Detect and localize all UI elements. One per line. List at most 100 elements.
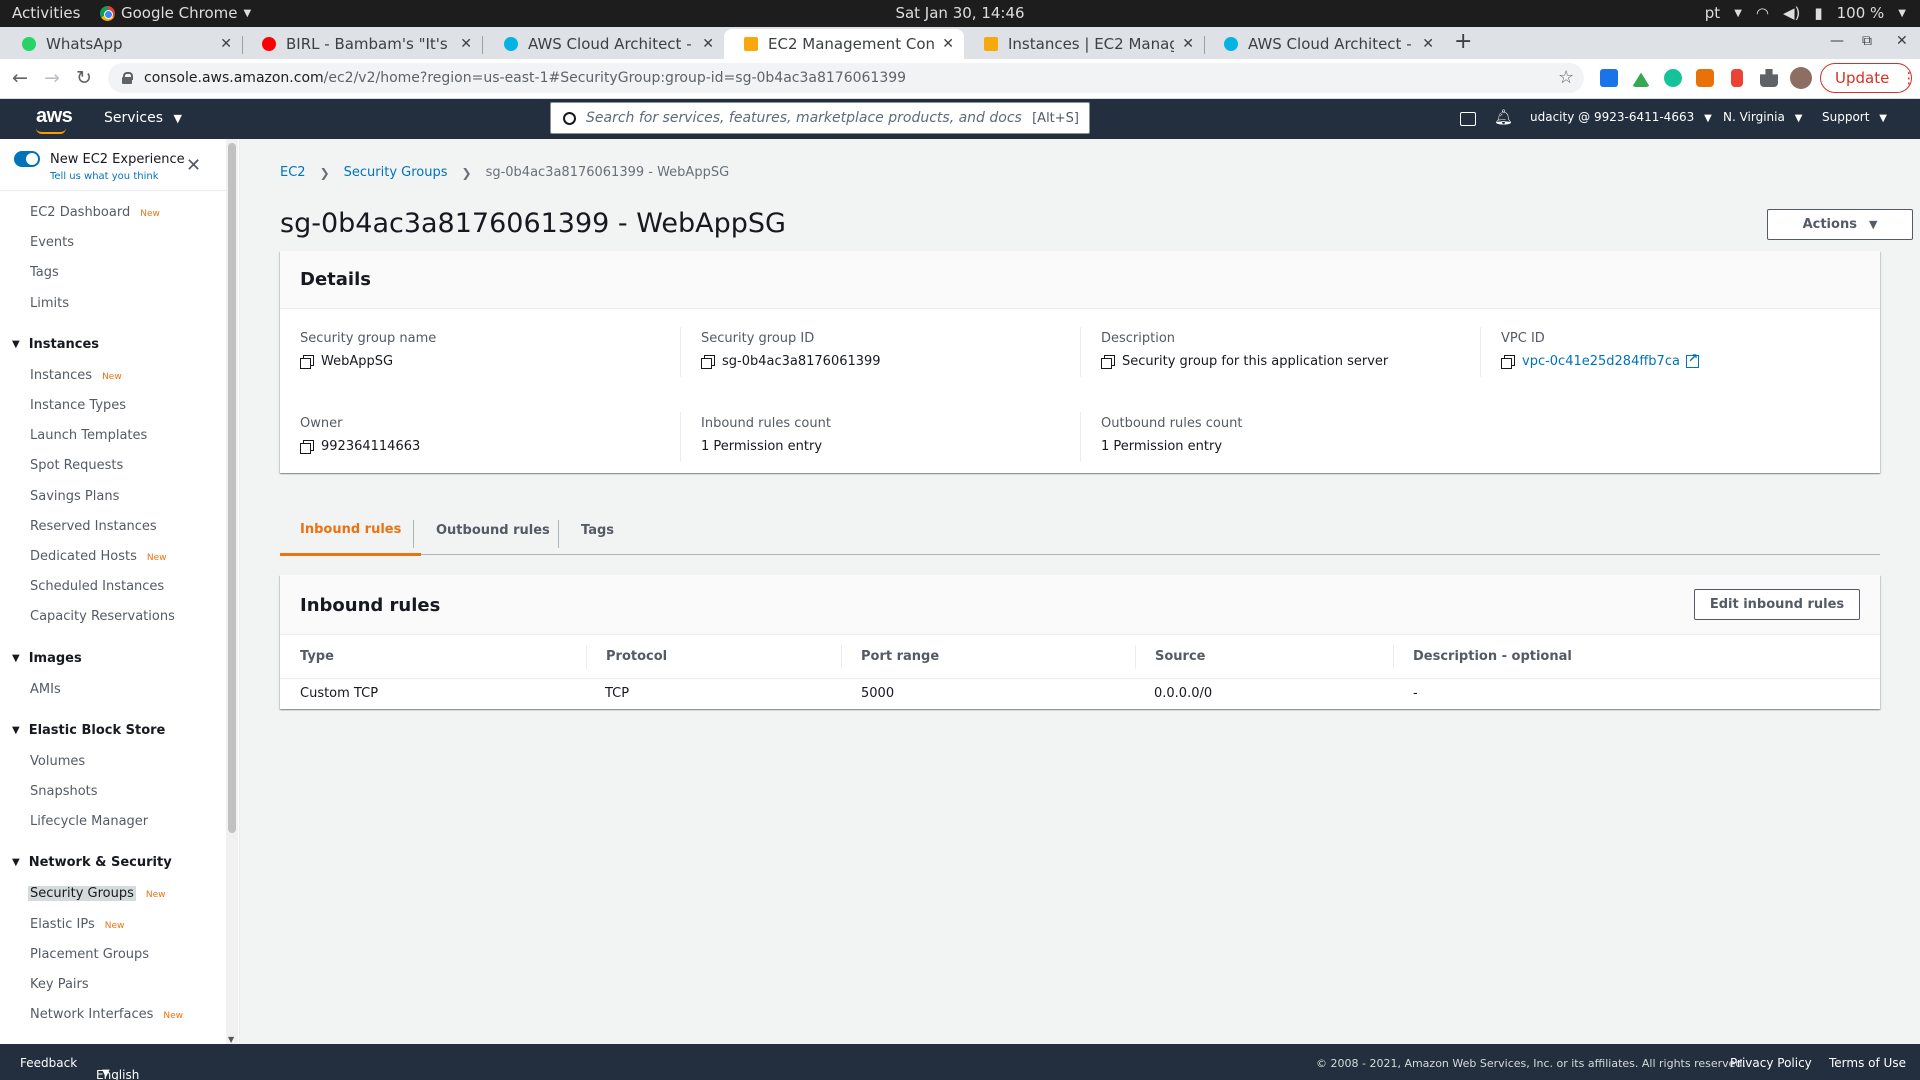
services-menu[interactable]: Services ▼	[104, 110, 182, 126]
close-tab-icon[interactable]: ✕	[702, 36, 714, 52]
sidebar-item-dedicated-hosts[interactable]: Dedicated Hosts New	[30, 549, 166, 564]
sidebar-item-elastic-ips[interactable]: Elastic IPs New	[30, 917, 124, 932]
browser-tab-title: EC2 Management Console	[768, 35, 935, 53]
region-menu[interactable]: N. Virginia ▼	[1723, 110, 1802, 124]
puzzle-icon[interactable]	[1760, 69, 1778, 87]
sidebar-item-network-interfaces[interactable]: Network Interfaces New	[30, 1007, 183, 1022]
sidebar-item-tags[interactable]: Tags	[30, 265, 59, 280]
search-placeholder: Search for services, features, marketpla…	[586, 110, 1022, 126]
sidebar-item-instances[interactable]: Instances New	[30, 368, 122, 383]
sidebar-section-network-security[interactable]: ▼ Network & Security	[12, 855, 172, 870]
close-tab-icon[interactable]: ✕	[1422, 36, 1434, 52]
sidebar-item-launch-templates[interactable]: Launch Templates	[30, 428, 147, 443]
tab-outbound-rules[interactable]: Outbound rules	[416, 505, 570, 555]
browser-tab[interactable]: AWS Cloud Architect - Ud ✕	[484, 29, 724, 59]
sidebar-item-label: Instances	[30, 367, 93, 383]
sidebar-item-ec2-dashboard[interactable]: EC2 Dashboard New	[30, 205, 160, 220]
back-icon[interactable]: ←	[12, 67, 28, 89]
reload-icon[interactable]: ↻	[76, 67, 92, 89]
actions-button[interactable]: Actions ▼	[1767, 209, 1913, 240]
column-header-port-range[interactable]: Port range	[861, 649, 939, 664]
copy-icon[interactable]	[701, 355, 715, 369]
sidebar-item-events[interactable]: Events	[30, 235, 74, 250]
close-tab-icon[interactable]: ✕	[220, 36, 232, 52]
sidebar-item-placement-groups[interactable]: Placement Groups	[30, 947, 149, 962]
tab-inbound-rules[interactable]: Inbound rules	[280, 505, 422, 556]
column-header-source[interactable]: Source	[1155, 649, 1205, 664]
external-link-icon[interactable]	[1685, 351, 1699, 368]
bell-icon[interactable]: 🔔︎	[1494, 108, 1513, 126]
sidebar-section-images[interactable]: ▼ Images	[12, 651, 82, 666]
copy-icon[interactable]	[300, 440, 314, 454]
support-menu[interactable]: Support ▼	[1822, 110, 1887, 124]
column-header-type[interactable]: Type	[300, 649, 334, 664]
new-tab-button[interactable]: +	[1454, 29, 1472, 54]
close-tab-icon[interactable]: ✕	[942, 36, 954, 52]
close-tab-icon[interactable]: ✕	[460, 36, 472, 52]
copy-icon[interactable]	[1101, 355, 1115, 369]
sidebar-item-scheduled-instances[interactable]: Scheduled Instances	[30, 579, 164, 594]
cloudshell-icon[interactable]	[1460, 112, 1476, 126]
browser-tab[interactable]: WhatsApp ✕	[2, 29, 242, 59]
sidebar-item-security-groups[interactable]: Security Groups New	[28, 886, 166, 902]
sidebar-item-savings-plans[interactable]: Savings Plans	[30, 489, 119, 504]
scrollbar-thumb[interactable]	[228, 143, 236, 833]
sidebar-item-capacity-reservations[interactable]: Capacity Reservations	[30, 609, 175, 624]
sidebar-item-lifecycle-manager[interactable]: Lifecycle Manager	[30, 814, 148, 829]
sidebar-item-volumes[interactable]: Volumes	[30, 754, 85, 769]
sidebar-section-elastic-block-store[interactable]: ▼ Elastic Block Store	[12, 723, 165, 738]
new-experience-toggle[interactable]	[14, 151, 40, 167]
feedback-link[interactable]: Tell us what you think	[50, 171, 159, 182]
browser-tab-strip: + — ⧉ ✕ WhatsApp✕BIRL - Bambam's "It's s…	[0, 27, 1920, 59]
browser-tab[interactable]: EC2 Management Console ✕	[724, 29, 964, 59]
aws-logo[interactable]: aws	[36, 105, 73, 128]
sidebar-item-snapshots[interactable]: Snapshots	[30, 784, 98, 799]
forward-icon[interactable]: →	[44, 67, 60, 89]
browser-tab[interactable]: Instances | EC2 Manageme ✕	[964, 29, 1204, 59]
grammarly-icon[interactable]	[1664, 69, 1682, 87]
system-tray[interactable]: pt ▼ ◠ ◀) ▮ 100 % ▼	[1705, 4, 1906, 22]
browser-tab[interactable]: BIRL - Bambam's "It's sho ✕	[242, 29, 482, 59]
extension-icon[interactable]	[1600, 69, 1618, 87]
privacy-policy-link[interactable]: Privacy Policy	[1730, 1056, 1812, 1070]
sidebar-item-reserved-instances[interactable]: Reserved Instances	[30, 519, 157, 534]
bookmark-star-icon[interactable]: ☆	[1558, 67, 1574, 88]
sidebar-scrollbar[interactable]: ▼	[226, 139, 238, 1044]
sidebar-section-instances[interactable]: ▼ Instances	[12, 337, 99, 352]
minimize-icon[interactable]: —	[1830, 33, 1844, 49]
close-window-icon[interactable]: ✕	[1896, 33, 1908, 49]
copy-icon[interactable]	[1501, 355, 1515, 369]
address-bar[interactable]: console.aws.amazon.com/ec2/v2/home?regio…	[108, 63, 1584, 93]
clock[interactable]: Sat Jan 30, 14:46	[0, 4, 1920, 22]
extension-icon[interactable]	[1731, 69, 1743, 87]
sidebar-item-limits[interactable]: Limits	[30, 296, 69, 311]
column-header-protocol[interactable]: Protocol	[606, 649, 667, 664]
vpc-link[interactable]: vpc-0c41e25d284ffb7ca	[1522, 354, 1680, 369]
account-menu[interactable]: udacity @ 9923-6411-4663 ▼	[1530, 110, 1712, 124]
restore-icon[interactable]: ⧉	[1862, 33, 1872, 49]
feedback-link[interactable]: Feedback	[20, 1056, 77, 1070]
scroll-down-icon[interactable]: ▼	[228, 1035, 234, 1044]
search-bar[interactable]: Search for services, features, marketpla…	[550, 102, 1090, 134]
update-button[interactable]: Update ⋮	[1820, 63, 1916, 93]
edit-inbound-rules-button[interactable]: Edit inbound rules	[1694, 589, 1860, 620]
avatar[interactable]	[1790, 67, 1812, 89]
browser-tab-title: AWS Cloud Architect - Ud	[1248, 35, 1414, 53]
breadcrumb-ec2[interactable]: EC2	[280, 165, 306, 180]
breadcrumb-security-groups[interactable]: Security Groups	[344, 165, 448, 180]
terms-of-use-link[interactable]: Terms of Use	[1829, 1056, 1906, 1070]
close-tab-icon[interactable]: ✕	[1182, 36, 1194, 52]
copy-icon[interactable]	[300, 355, 314, 369]
keyboard-layout[interactable]: pt	[1705, 4, 1720, 22]
extension-icon[interactable]	[1632, 72, 1650, 87]
sidebar-item-amis[interactable]: AMIs	[30, 682, 61, 697]
column-header-description[interactable]: Description - optional	[1413, 649, 1572, 664]
close-icon[interactable]: ✕	[186, 155, 201, 176]
sidebar-item-spot-requests[interactable]: Spot Requests	[30, 458, 123, 473]
sidebar-item-key-pairs[interactable]: Key Pairs	[30, 977, 89, 992]
extension-icon[interactable]	[1696, 69, 1714, 87]
tab-tags[interactable]: Tags	[561, 505, 634, 555]
sidebar-item-instance-types[interactable]: Instance Types	[30, 398, 126, 413]
browser-tab[interactable]: AWS Cloud Architect - Ud ✕	[1204, 29, 1444, 59]
divider	[558, 520, 559, 548]
